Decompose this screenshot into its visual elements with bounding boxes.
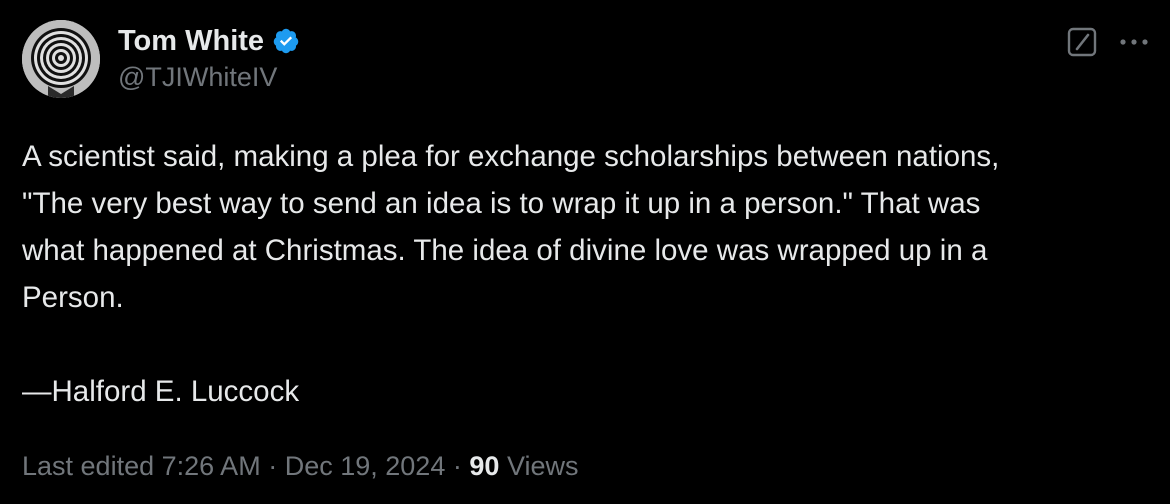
author-name-row: Tom White xyxy=(118,22,300,60)
author-handle[interactable]: @TJIWhiteIV xyxy=(118,62,277,93)
author-display-name[interactable]: Tom White xyxy=(118,25,264,58)
avatar-image xyxy=(22,20,100,98)
edited-label[interactable]: Last edited xyxy=(22,451,154,481)
verified-badge-icon xyxy=(272,27,300,55)
tweet-time[interactable]: 7:26 AM xyxy=(162,451,261,481)
grok-icon[interactable] xyxy=(1066,26,1098,58)
tweet-text: A scientist said, making a plea for exch… xyxy=(22,140,1000,408)
more-horizontal-icon[interactable] xyxy=(1116,26,1152,58)
views-count[interactable]: 90 xyxy=(469,451,499,481)
tweet-card: Tom White @TJIWhiteIV A scientist said, … xyxy=(0,0,1170,504)
meta-separator: · xyxy=(452,451,462,481)
avatar[interactable] xyxy=(22,20,100,98)
tweet-date[interactable]: Dec 19, 2024 xyxy=(285,451,446,481)
meta-separator: · xyxy=(268,451,278,481)
tweet-metadata: Last edited 7:26 AM · Dec 19, 2024 · 90 … xyxy=(22,451,578,482)
views-label: Views xyxy=(506,451,579,481)
